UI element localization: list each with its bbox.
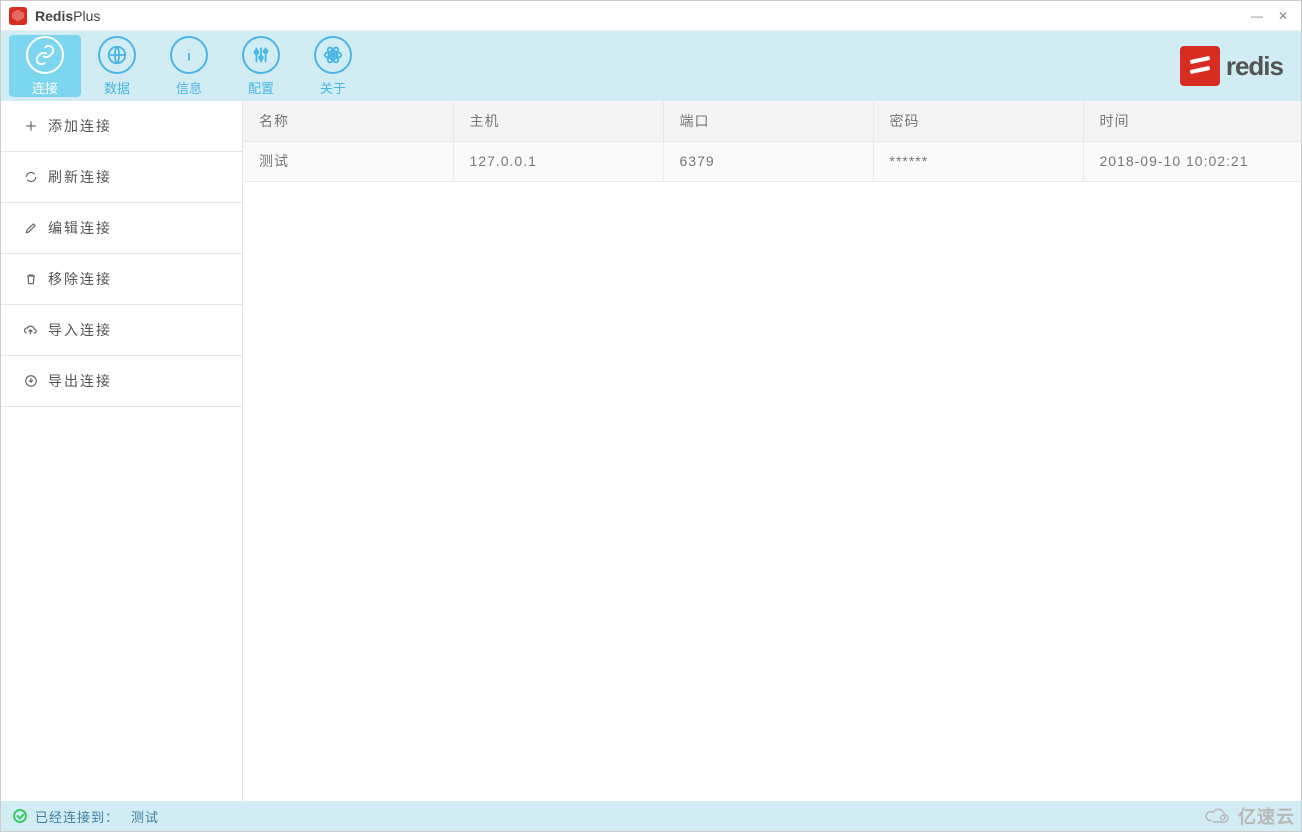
sidebar-item-add[interactable]: 添加连接	[1, 101, 242, 152]
table-header-row: 名称 主机 端口 密码 时间	[243, 101, 1301, 141]
refresh-icon	[23, 170, 38, 185]
status-label: 已经连接到：	[35, 807, 119, 826]
cloud-icon	[1204, 805, 1234, 827]
sliders-icon	[242, 36, 280, 74]
titlebar: RedisPlus — ✕	[1, 1, 1301, 31]
app-icon	[9, 7, 27, 25]
sidebar-item-export[interactable]: 导出连接	[1, 356, 242, 407]
cell-time: 2018-09-10 10:02:21	[1083, 141, 1301, 181]
brand-logo: redis	[1180, 46, 1283, 86]
download-icon	[23, 374, 38, 389]
pencil-icon	[23, 221, 38, 236]
tab-data[interactable]: 数据	[81, 35, 153, 97]
tab-info[interactable]: 信息	[153, 35, 225, 97]
tab-label: 信息	[176, 78, 202, 97]
watermark-text: 亿速云	[1238, 803, 1295, 829]
redis-cube-icon	[1180, 46, 1220, 86]
col-header-password[interactable]: 密码	[873, 101, 1083, 141]
toolbar: 连接 数据 信息 配置 关于 redis	[1, 31, 1301, 101]
sidebar-item-edit[interactable]: 编辑连接	[1, 203, 242, 254]
sidebar-item-refresh[interactable]: 刷新连接	[1, 152, 242, 203]
info-icon	[170, 36, 208, 74]
col-header-host[interactable]: 主机	[453, 101, 663, 141]
link-icon	[26, 36, 64, 74]
cell-port: 6379	[663, 141, 873, 181]
window-controls: — ✕	[1247, 6, 1293, 26]
watermark: 亿速云	[1204, 803, 1295, 829]
cloud-upload-icon	[23, 323, 38, 338]
tab-about[interactable]: 关于	[297, 35, 369, 97]
body: 添加连接 刷新连接 编辑连接 移除连接 导入连接	[1, 101, 1301, 801]
close-button[interactable]: ✕	[1273, 6, 1293, 26]
sidebar-item-import[interactable]: 导入连接	[1, 305, 242, 356]
statusbar: 已经连接到： 测试	[1, 801, 1301, 831]
sidebar-item-label: 刷新连接	[48, 167, 112, 187]
tab-config[interactable]: 配置	[225, 35, 297, 97]
sidebar-item-label: 导出连接	[48, 371, 112, 391]
cell-name: 测试	[243, 141, 453, 181]
app-title-a: Redis	[35, 8, 73, 24]
sidebar-item-label: 移除连接	[48, 269, 112, 289]
tab-label: 数据	[104, 78, 130, 97]
sidebar-item-label: 导入连接	[48, 320, 112, 340]
brand-text: redis	[1226, 51, 1283, 82]
col-header-name[interactable]: 名称	[243, 101, 453, 141]
tab-label: 连接	[32, 78, 58, 97]
trash-icon	[23, 272, 38, 287]
atom-icon	[314, 36, 352, 74]
app-title: RedisPlus	[35, 8, 100, 24]
col-header-port[interactable]: 端口	[663, 101, 873, 141]
app-title-b: Plus	[73, 8, 100, 24]
sidebar-item-label: 添加连接	[48, 116, 112, 136]
sidebar-item-remove[interactable]: 移除连接	[1, 254, 242, 305]
sidebar-item-label: 编辑连接	[48, 218, 112, 238]
table-area: 名称 主机 端口 密码 时间 测试 127.0.0.1 6379 ****** …	[243, 101, 1301, 801]
plus-icon	[23, 119, 38, 134]
check-circle-icon	[13, 809, 27, 823]
cell-password: ******	[873, 141, 1083, 181]
tab-connection[interactable]: 连接	[9, 35, 81, 97]
status-connection-name: 测试	[131, 807, 159, 826]
globe-icon	[98, 36, 136, 74]
table-row[interactable]: 测试 127.0.0.1 6379 ****** 2018-09-10 10:0…	[243, 141, 1301, 181]
col-header-time[interactable]: 时间	[1083, 101, 1301, 141]
connections-table: 名称 主机 端口 密码 时间 测试 127.0.0.1 6379 ****** …	[243, 101, 1301, 182]
cell-host: 127.0.0.1	[453, 141, 663, 181]
minimize-button[interactable]: —	[1247, 6, 1267, 26]
tab-label: 关于	[320, 78, 346, 97]
sidebar: 添加连接 刷新连接 编辑连接 移除连接 导入连接	[1, 101, 243, 801]
tab-label: 配置	[248, 78, 274, 97]
